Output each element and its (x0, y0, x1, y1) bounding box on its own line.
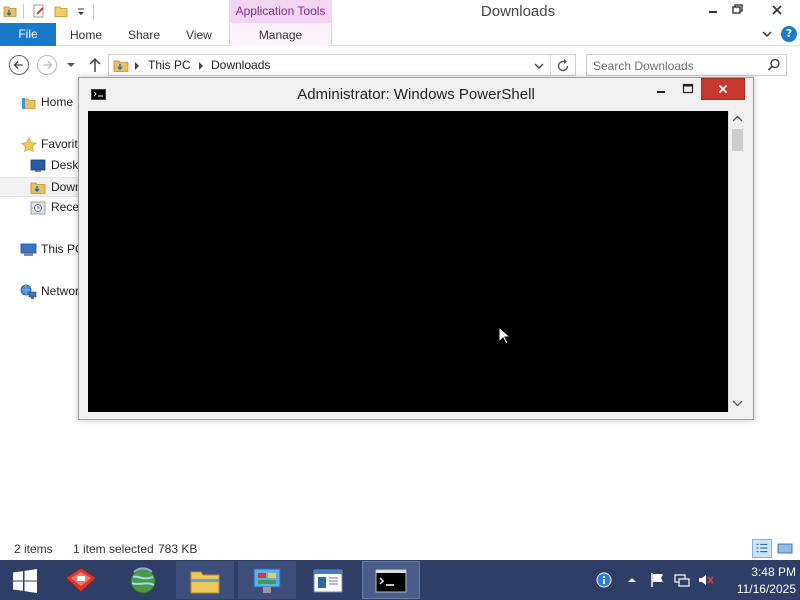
customize-qat-chevron-icon[interactable] (74, 4, 88, 18)
qat-separator (93, 4, 94, 19)
clock-date[interactable]: 11/16/2025 (720, 582, 796, 596)
nav-item-label: Recen (51, 200, 78, 214)
network-icon (20, 284, 37, 299)
address-history-chevron-icon[interactable] (533, 61, 545, 71)
star-icon (21, 137, 37, 153)
powershell-title-bar[interactable]: Administrator: Windows PowerShell (79, 78, 753, 110)
clock-time[interactable]: 3:48 PM (720, 565, 796, 579)
application-tools-contextual-group: Application Tools (229, 0, 332, 23)
selection-status: 1 item selected (73, 542, 154, 556)
details-view-button[interactable] (752, 539, 772, 558)
powershell-window[interactable]: Administrator: Windows PowerShell (78, 77, 754, 420)
globe-icon (130, 567, 156, 594)
nav-item-favorites[interactable]: Favorit (0, 135, 78, 155)
powershell-minimize-button[interactable] (648, 80, 674, 100)
console-vertical-scrollbar[interactable] (728, 111, 745, 412)
recent-places-icon (30, 201, 46, 215)
action-center-flag-icon[interactable] (650, 572, 666, 588)
network-icon[interactable] (674, 572, 690, 588)
control-panel-icon (253, 568, 281, 593)
explorer-title-bar: Application Tools Downloads (0, 0, 800, 23)
tab-share[interactable]: Share (128, 23, 160, 46)
taskbar-browser[interactable] (114, 561, 172, 599)
tab-file[interactable]: File (0, 23, 56, 46)
search-icon[interactable] (767, 58, 781, 72)
nav-item-label: Down (51, 180, 78, 194)
recent-locations-chevron-icon[interactable] (66, 61, 76, 69)
nav-item-downloads[interactable]: Down (0, 177, 78, 197)
expand-ribbon-chevron-icon[interactable] (760, 27, 774, 41)
large-icons-view-button[interactable] (775, 539, 795, 558)
nav-item-label: Home (41, 95, 74, 109)
refresh-icon[interactable] (555, 58, 571, 74)
status-bar: 2 items 1 item selected 783 KB (0, 538, 800, 560)
mouse-cursor-icon (498, 326, 512, 345)
file-explorer-icon (190, 571, 220, 594)
volume-muted-icon[interactable] (698, 572, 714, 588)
start-windows-icon (13, 569, 37, 593)
desktop-icon (30, 159, 46, 172)
powershell-close-button[interactable] (701, 78, 745, 100)
folder-app-icon[interactable] (3, 4, 17, 18)
selection-size: 783 KB (158, 542, 198, 556)
breadcrumb-downloads[interactable]: Downloads (211, 58, 270, 72)
show-hidden-arrow-icon[interactable] (624, 572, 640, 588)
forward-button[interactable] (37, 55, 57, 75)
info-icon[interactable] (596, 572, 612, 588)
nav-item-label: Networ (41, 284, 78, 298)
powershell-maximize-button[interactable] (675, 80, 701, 100)
search-input[interactable] (593, 58, 763, 73)
powershell-console-icon (375, 569, 407, 593)
tab-home[interactable]: Home (70, 23, 102, 46)
taskbar-notepad[interactable] (300, 561, 358, 599)
nav-item-desktop[interactable]: Deskt (0, 156, 78, 176)
taskbar: 3:48 PM 11/16/2025 (0, 560, 800, 600)
address-divider (550, 55, 551, 75)
notepad-window-icon (313, 569, 343, 593)
properties-icon[interactable] (32, 4, 46, 18)
up-arrow-icon[interactable] (87, 56, 103, 74)
qat-separator (23, 4, 24, 19)
nav-item-label: This PC (41, 242, 78, 256)
nav-item-network[interactable]: Networ (0, 282, 78, 302)
scroll-up-arrow-icon[interactable] (732, 115, 743, 123)
item-count: 2 items (14, 542, 53, 556)
help-icon[interactable]: ? (781, 26, 797, 42)
powershell-console[interactable] (88, 111, 728, 412)
back-button[interactable] (9, 55, 29, 75)
start-button[interactable] (0, 561, 58, 599)
breadcrumb-chevron-icon[interactable] (134, 62, 140, 70)
powershell-console-icon[interactable] (91, 89, 106, 100)
navigation-pane: Home Favorit Deskt Down Recen (0, 86, 78, 526)
powershell-title: Administrator: Windows PowerShell (297, 86, 535, 103)
nav-item-recent-places[interactable]: Recen (0, 198, 78, 218)
window-title: Downloads (480, 3, 556, 20)
taskbar-powershell[interactable] (362, 561, 420, 599)
breadcrumb-chevron-icon[interactable] (198, 62, 204, 70)
scroll-down-arrow-icon[interactable] (732, 399, 743, 407)
server-manager-toolbox-icon (65, 567, 97, 593)
taskbar-control-panel[interactable] (238, 561, 296, 599)
nav-item-this-pc[interactable]: This PC (0, 240, 78, 260)
tab-view[interactable]: View (186, 23, 212, 46)
tab-manage[interactable]: Manage (229, 23, 332, 46)
computer-icon (20, 243, 37, 256)
new-folder-icon[interactable] (54, 4, 68, 18)
scrollbar-thumb[interactable] (732, 129, 743, 151)
ribbon-tabs: File Home Share View Manage ? (0, 23, 800, 46)
address-bar[interactable]: This PC Downloads (108, 54, 576, 76)
downloads-folder-icon (30, 182, 46, 194)
restore-button[interactable] (726, 0, 750, 22)
close-button[interactable] (757, 0, 797, 22)
taskbar-file-explorer[interactable] (176, 561, 234, 599)
breadcrumb-this-pc[interactable]: This PC (148, 58, 191, 72)
nav-item-label: Deskt (51, 158, 78, 172)
minimize-button[interactable] (700, 0, 726, 22)
downloads-folder-icon (113, 60, 129, 72)
search-box (586, 54, 787, 76)
home-folder-icon (22, 98, 36, 109)
taskbar-server-manager[interactable] (52, 561, 110, 599)
nav-item-label: Favorit (41, 137, 78, 151)
nav-item-home[interactable]: Home (0, 93, 78, 113)
